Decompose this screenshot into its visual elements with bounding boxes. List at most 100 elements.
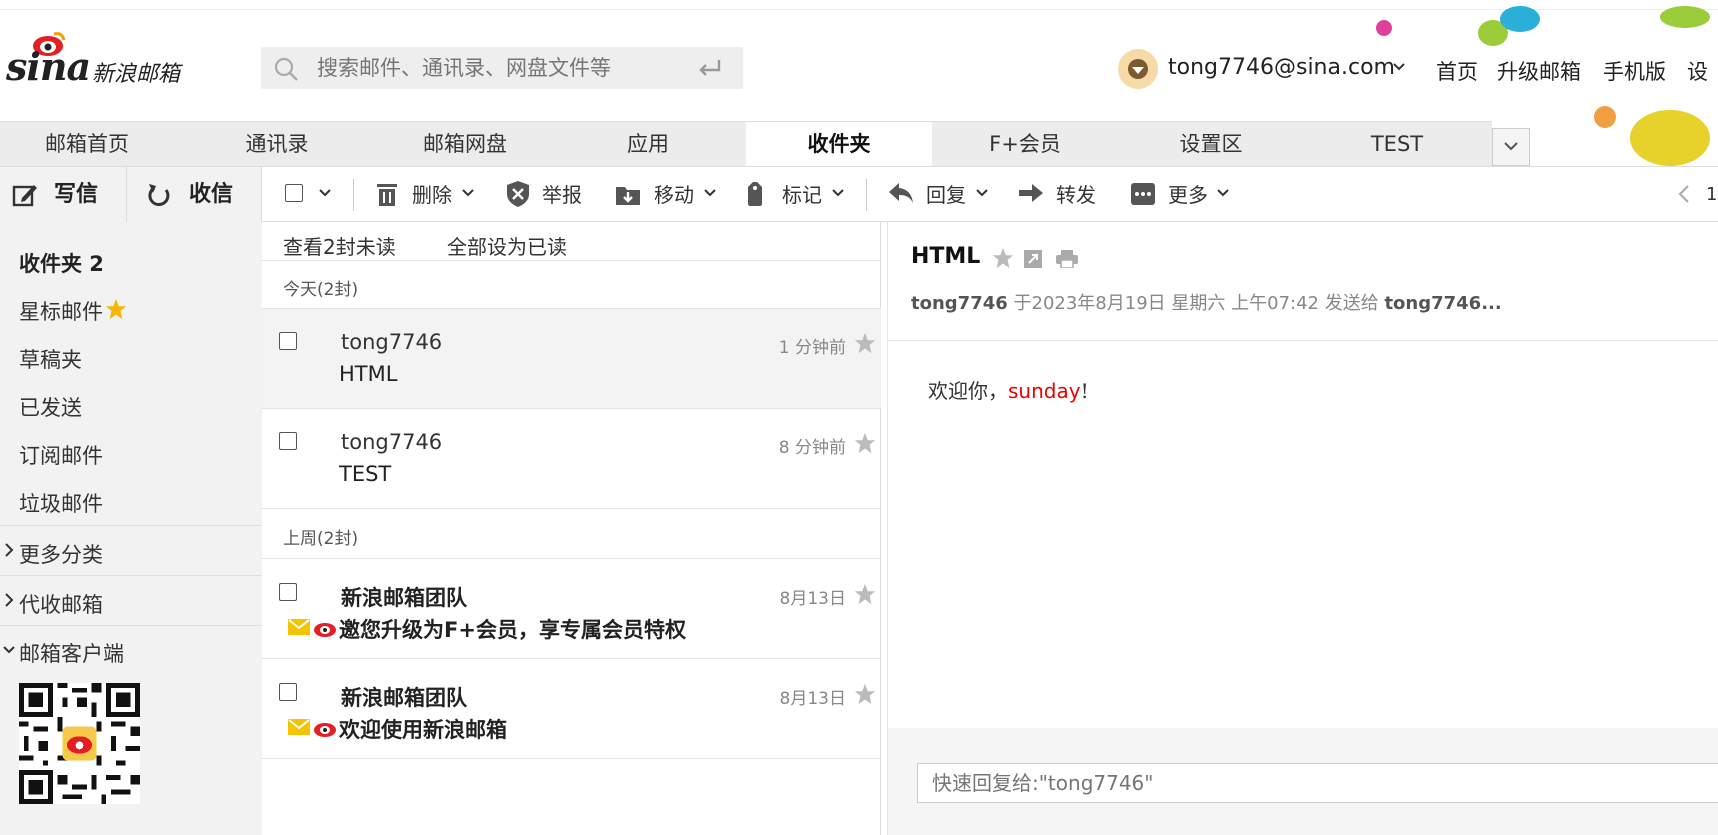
account-name[interactable]: tong7746@sina.com [1168, 55, 1395, 80]
tab-apps[interactable]: 应用 [550, 122, 746, 167]
link-mobile[interactable]: 手机版 [1603, 56, 1666, 86]
sidebar-item-mail-client[interactable]: 邮箱客户端 [19, 638, 124, 668]
divider [0, 525, 262, 526]
refresh-icon[interactable] [146, 182, 172, 208]
message-list: 查看2封未读 全部设为已读 今天(2封) tong7746 1 分钟前 HTML… [262, 222, 881, 835]
chevron-down-icon[interactable] [461, 188, 475, 198]
more-button[interactable]: 更多 [1168, 180, 1208, 210]
chevron-down-icon[interactable] [2, 645, 16, 655]
group-label-today: 今天(2封) [283, 280, 359, 300]
move-icon[interactable] [615, 181, 641, 207]
move-button[interactable]: 移动 [654, 180, 694, 210]
email-date: 于2023年8月19日 星期六 上午07:42 发送给 [1007, 293, 1385, 314]
email-from[interactable]: tong7746 [911, 293, 1008, 314]
divider [866, 179, 867, 211]
chevron-down-icon[interactable] [1392, 62, 1406, 72]
message-row[interactable]: 新浪邮箱团队 8月13日 欢迎使用新浪邮箱 [262, 659, 881, 759]
email-meta: tong7746 于2023年8月19日 星期六 上午07:42 发送给 ton… [911, 289, 1502, 315]
message-row[interactable]: 新浪邮箱团队 8月13日 邀您升级为F+会员，享专属会员特权 [262, 559, 881, 659]
group-label-last-week: 上周(2封) [283, 529, 359, 549]
compose-icon[interactable] [12, 182, 38, 208]
tab-mail-home[interactable]: 邮箱首页 [0, 122, 174, 167]
chevron-down-icon[interactable] [703, 188, 717, 198]
message-checkbox[interactable] [279, 332, 297, 350]
search-icon[interactable] [273, 56, 299, 82]
select-all-checkbox[interactable] [285, 184, 303, 202]
chevron-right-icon[interactable] [4, 592, 14, 608]
divider [126, 167, 127, 222]
delete-button[interactable]: 删除 [412, 180, 452, 210]
decoration-flower [1630, 110, 1710, 166]
message-row[interactable]: tong7746 8 分钟前 TEST [262, 409, 881, 509]
email-body: 欢迎你，sunday! [928, 375, 1089, 404]
email-to[interactable]: tong7746... [1384, 293, 1501, 314]
message-time: 8月13日 [779, 589, 846, 609]
decoration-flower [1594, 106, 1616, 128]
nav-tabs: 邮箱首页 通讯录 邮箱网盘 应用 收件夹 F+会员 设置区 TEST [0, 121, 1492, 167]
reply-button[interactable]: 回复 [926, 180, 966, 210]
sidebar-item-drafts[interactable]: 草稿夹 [19, 344, 82, 374]
shield-icon[interactable] [506, 180, 530, 208]
link-settings[interactable]: 设 [1687, 56, 1708, 86]
link-upgrade[interactable]: 升级邮箱 [1497, 56, 1581, 86]
chevron-down-icon[interactable] [318, 188, 332, 198]
divider [888, 340, 1718, 341]
star-icon[interactable] [854, 583, 876, 605]
star-icon[interactable] [992, 247, 1014, 269]
link-home[interactable]: 首页 [1436, 56, 1478, 86]
trash-icon[interactable] [376, 181, 398, 207]
email-subject: HTML [911, 244, 981, 269]
sidebar-item-more-categories[interactable]: 更多分类 [19, 539, 103, 569]
forward-button[interactable]: 转发 [1056, 180, 1096, 210]
message-checkbox[interactable] [279, 583, 297, 601]
avatar[interactable] [1118, 49, 1158, 89]
chevron-down-icon[interactable] [831, 188, 845, 198]
chevron-down-icon[interactable] [975, 188, 989, 198]
sidebar-item-collect-mail[interactable]: 代收邮箱 [19, 589, 103, 619]
open-new-window-icon[interactable] [1023, 249, 1043, 269]
nav-more-button[interactable] [1492, 128, 1530, 166]
view-unread-link[interactable]: 查看2封未读 [283, 231, 396, 260]
tab-inbox[interactable]: 收件夹 [746, 122, 932, 167]
message-row[interactable]: tong7746 1 分钟前 HTML [262, 309, 881, 409]
chevron-down-icon[interactable] [1216, 188, 1230, 198]
tab-test[interactable]: TEST [1304, 122, 1490, 167]
divider [353, 179, 354, 211]
chevron-right-icon[interactable] [4, 542, 14, 558]
tag-icon[interactable] [745, 181, 765, 207]
quick-reply-input[interactable] [917, 763, 1718, 803]
print-icon[interactable] [1056, 250, 1078, 268]
tab-netdisk[interactable]: 邮箱网盘 [380, 122, 550, 167]
email-body-text: ! [1080, 379, 1089, 403]
report-button[interactable]: 举报 [542, 180, 582, 210]
reply-icon[interactable] [888, 182, 914, 204]
sidebar-item-inbox[interactable]: 收件夹 2 [19, 248, 104, 278]
sidebar-item-subscriptions[interactable]: 订阅邮件 [19, 440, 103, 470]
message-checkbox[interactable] [279, 432, 297, 450]
search-box[interactable] [261, 47, 743, 89]
tab-contacts[interactable]: 通讯录 [174, 122, 380, 167]
mark-button[interactable]: 标记 [782, 180, 822, 210]
tab-fplus-member[interactable]: F+会员 [932, 122, 1118, 167]
sina-logo[interactable]: sina 新浪邮箱 [6, 30, 186, 90]
vip-badge-icon [1128, 59, 1148, 79]
forward-icon[interactable] [1018, 182, 1044, 204]
sidebar-item-spam[interactable]: 垃圾邮件 [19, 488, 103, 518]
star-icon[interactable] [854, 332, 876, 354]
list-actions: 查看2封未读 全部设为已读 [262, 222, 881, 261]
mark-all-read-link[interactable]: 全部设为已读 [447, 231, 567, 260]
more-icon[interactable] [1130, 182, 1156, 206]
message-checkbox[interactable] [279, 683, 297, 701]
star-icon[interactable] [854, 683, 876, 705]
enter-icon[interactable] [697, 57, 723, 79]
write-button[interactable]: 写信 [54, 180, 98, 210]
star-icon[interactable] [854, 432, 876, 454]
chevron-left-icon[interactable] [1678, 184, 1690, 204]
tab-settings[interactable]: 设置区 [1118, 122, 1304, 167]
sidebar-item-starred[interactable]: 星标邮件 [19, 296, 103, 326]
sidebar-item-sent[interactable]: 已发送 [19, 392, 82, 422]
message-sender: tong7746 [341, 430, 443, 454]
qr-code-icon [19, 683, 140, 804]
search-input[interactable] [317, 53, 677, 83]
receive-button[interactable]: 收信 [189, 180, 233, 210]
